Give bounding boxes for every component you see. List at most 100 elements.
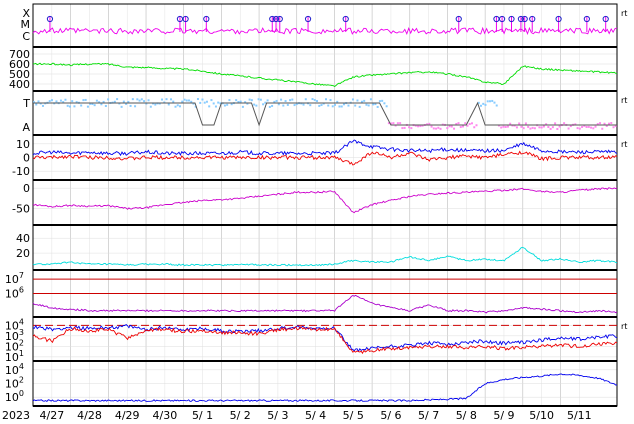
polarity-point xyxy=(331,105,334,108)
polarity-point xyxy=(170,98,173,101)
polarity-point xyxy=(533,127,536,130)
polarity-point xyxy=(48,100,51,103)
y-tick-label: 106 xyxy=(5,286,24,301)
polarity-point xyxy=(358,105,361,108)
polarity-point xyxy=(457,122,460,125)
polarity-point xyxy=(143,100,146,103)
polarity-point xyxy=(154,103,157,106)
polarity-point xyxy=(509,122,512,125)
polarity-point xyxy=(289,99,292,102)
x-tick-label: 5/ 8 xyxy=(456,409,477,422)
polarity-point xyxy=(524,122,527,125)
polarity-point xyxy=(320,104,323,107)
polarity-point xyxy=(275,99,278,102)
polarity-point xyxy=(64,98,67,101)
polarity-point xyxy=(277,103,280,106)
polarity-point xyxy=(403,126,406,129)
polarity-point xyxy=(446,127,449,130)
polarity-point xyxy=(174,105,177,108)
polarity-point xyxy=(468,123,471,126)
polarity-point xyxy=(253,103,256,106)
polarity-point xyxy=(351,98,354,101)
polarity-point xyxy=(340,105,343,108)
polarity-point xyxy=(612,126,615,129)
polarity-point xyxy=(280,98,283,101)
polarity-point xyxy=(493,101,496,104)
x-tick-label: 4/27 xyxy=(39,409,64,422)
polarity-point xyxy=(293,104,296,107)
polarity-point xyxy=(581,125,584,128)
polarity-point xyxy=(547,126,550,129)
x-tick-label: 5/ 3 xyxy=(267,409,288,422)
flare-panel-frame xyxy=(32,3,618,48)
polarity-point xyxy=(239,100,242,103)
polarity-point xyxy=(435,127,438,130)
polarity-point xyxy=(381,99,384,102)
xray-flux-line xyxy=(32,26,618,36)
polarity-point xyxy=(217,101,220,104)
polarity-point xyxy=(522,127,525,130)
x-tick-label: 4/30 xyxy=(153,409,178,422)
imf-panel-series-1 xyxy=(32,150,618,166)
polarity-point xyxy=(172,100,175,103)
polarity-point xyxy=(80,104,83,107)
polarity-point xyxy=(378,100,381,103)
y-tick-label: 0 xyxy=(23,182,30,195)
polarity-point xyxy=(464,122,467,125)
polarity-point xyxy=(316,100,319,103)
polarity-point xyxy=(266,99,269,102)
polarity-point xyxy=(551,126,554,129)
index-panel-series-0 xyxy=(32,246,618,267)
polarity-point xyxy=(399,122,402,125)
polarity-point xyxy=(385,105,388,108)
polarity-point xyxy=(291,98,294,101)
polarity-point xyxy=(592,127,595,130)
polarity-point xyxy=(271,104,274,107)
polarity-point xyxy=(73,105,76,108)
polarity-point xyxy=(196,98,199,101)
x-tick-label: 5/ 9 xyxy=(493,409,514,422)
polarity-point xyxy=(529,127,532,130)
polarity-point xyxy=(241,105,244,108)
polarity-point xyxy=(408,126,411,129)
polarity-point xyxy=(181,100,184,103)
x-tick-label: 4/29 xyxy=(115,409,140,422)
polarity-point xyxy=(138,99,141,102)
polarity-point xyxy=(203,101,206,104)
polarity-point xyxy=(417,125,420,128)
right-tag: rt xyxy=(621,140,627,149)
polarity-point xyxy=(140,98,143,101)
polarity-point xyxy=(475,124,478,127)
polarity-point xyxy=(567,127,570,130)
polarity-point xyxy=(392,122,395,125)
polarity-point xyxy=(333,103,336,106)
polarity-point xyxy=(205,100,208,103)
proton-flux-panel-frame xyxy=(32,316,618,362)
polarity-point xyxy=(116,98,119,101)
space-weather-chart: rtXMC700600500400rtTArt100-100-504020107… xyxy=(2,3,627,422)
polarity-point xyxy=(185,99,188,102)
polarity-point xyxy=(104,104,107,107)
polarity-point xyxy=(462,125,465,128)
polarity-point xyxy=(167,103,170,106)
y-tick-label: 10 xyxy=(16,138,30,151)
polarity-point xyxy=(208,105,211,108)
polarity-point xyxy=(161,98,164,101)
polarity-point xyxy=(35,103,38,106)
polarity-point xyxy=(176,104,179,107)
polarity-point xyxy=(318,104,321,107)
polarity-point xyxy=(439,127,442,130)
polarity-point xyxy=(304,98,307,101)
polarity-point xyxy=(149,105,152,108)
polarity-point xyxy=(93,104,96,107)
y-tick-label: 40 xyxy=(16,232,30,245)
polarity-point xyxy=(325,98,327,101)
electron-flux-panel-series-0 xyxy=(32,294,618,314)
polarity-point xyxy=(432,127,435,130)
polarity-point xyxy=(601,127,604,130)
polarity-point xyxy=(383,102,386,105)
polarity-point xyxy=(518,122,521,125)
polarity-point xyxy=(599,122,602,125)
y-tick-label: -50 xyxy=(12,203,30,216)
polarity-point xyxy=(556,127,559,130)
